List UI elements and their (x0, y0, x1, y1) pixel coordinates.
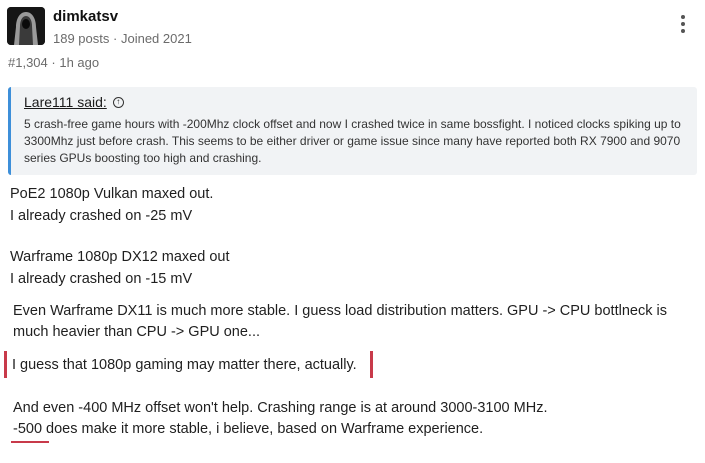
highlighted-line: I guess that 1080p gaming may matter the… (12, 357, 357, 373)
content-paragraph: Even Warframe DX11 is much more stable. … (13, 303, 667, 340)
content-line: I already crashed on -15 mV (10, 271, 193, 287)
annotation-bar-left (4, 351, 7, 378)
quote-block: Lare111 said: ↑ 5 crash-free game hours … (8, 87, 697, 175)
meta-separator: · (113, 31, 118, 46)
post-meta-separator: · (51, 55, 56, 70)
quote-body: 5 crash-free game hours with -200Mhz clo… (24, 117, 681, 165)
avatar[interactable] (7, 7, 45, 45)
more-options-icon[interactable] (677, 15, 689, 39)
post-meta: #1,304 · 1h ago (8, 55, 99, 70)
username[interactable]: dimkatsv (53, 8, 118, 25)
annotation-underline (11, 441, 49, 443)
post-time: 1h ago (59, 55, 100, 70)
post-count: 189 posts (53, 31, 110, 46)
content-line: And even -400 MHz offset won't help. Cra… (13, 400, 548, 416)
join-date: Joined 2021 (120, 31, 192, 46)
hooded-figure-avatar-image (7, 7, 45, 45)
content-line: PoE2 1080p Vulkan maxed out. (10, 186, 214, 202)
quote-author-link[interactable]: Lare111 said: (24, 94, 107, 110)
user-meta: 189 posts · Joined 2021 (53, 31, 192, 46)
quote-header: Lare111 said: ↑ (24, 94, 687, 110)
post-number[interactable]: #1,304 (8, 55, 48, 70)
content-line: Warframe 1080p DX12 maxed out (10, 249, 230, 265)
arrow-up-circle-icon[interactable]: ↑ (112, 96, 124, 108)
content-line: I already crashed on -25 mV (10, 208, 193, 224)
annotation-bar-right (370, 351, 373, 378)
content-line: -500 does make it more stable, i believe… (13, 421, 484, 437)
